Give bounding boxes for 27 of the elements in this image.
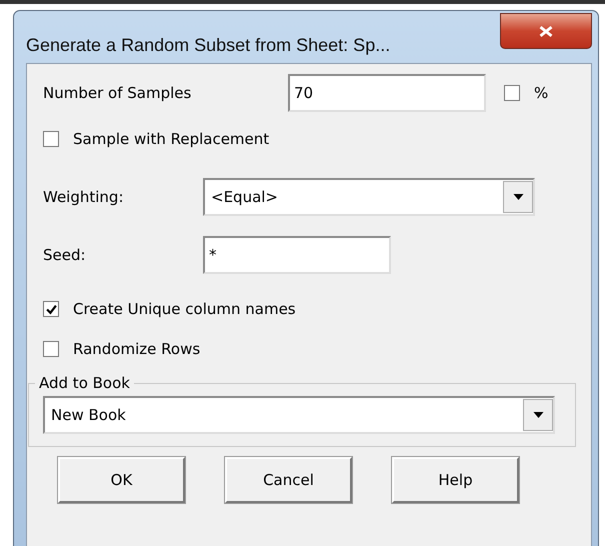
dropdown-button[interactable] xyxy=(503,181,533,213)
checkbox[interactable] xyxy=(43,341,59,357)
close-button[interactable] xyxy=(500,13,592,49)
weighting-label: Weighting: xyxy=(43,188,125,206)
checkbox-label: Create Unique column names xyxy=(73,300,296,318)
group-label: Add to Book xyxy=(38,374,131,392)
close-icon xyxy=(539,26,553,36)
checkmark-icon xyxy=(46,304,56,314)
dropdown-button[interactable] xyxy=(523,399,553,431)
percent-label: % xyxy=(534,84,548,102)
dialog-button[interactable]: Help xyxy=(392,457,519,503)
dialog-button[interactable]: OK xyxy=(58,457,185,503)
samples-label: Number of Samples xyxy=(43,84,192,102)
book-dropdown[interactable]: New Book xyxy=(43,396,555,434)
dialog-button[interactable]: Cancel xyxy=(225,457,352,503)
checkbox[interactable] xyxy=(43,131,59,147)
seed-field[interactable]: * xyxy=(203,236,391,274)
checkbox[interactable] xyxy=(504,85,520,101)
caret-icon xyxy=(532,412,544,418)
seed-label: Seed: xyxy=(43,246,87,264)
window-title: Generate a Random Subset from Sheet: Sp... xyxy=(26,35,390,56)
weighting-dropdown[interactable]: <Equal> xyxy=(203,178,535,216)
checkbox-label: Sample with Replacement xyxy=(73,130,270,148)
checkbox[interactable] xyxy=(43,301,59,317)
checkbox-label: Randomize Rows xyxy=(73,340,200,358)
caret-icon xyxy=(512,194,524,200)
samples-field[interactable]: 70 xyxy=(288,74,486,112)
